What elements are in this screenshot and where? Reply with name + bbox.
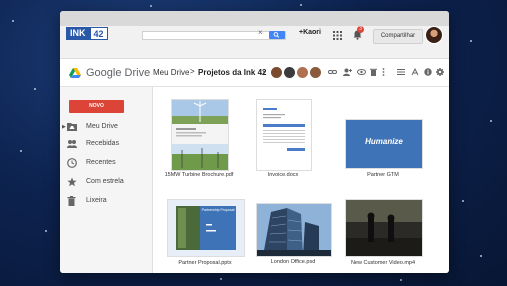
expand-arrow-icon[interactable]: ▶ [62, 124, 66, 130]
apps-grid-icon[interactable] [333, 31, 342, 40]
collaborator-avatar[interactable] [296, 66, 309, 79]
file-tile[interactable]: London Office.psd [256, 203, 336, 269]
thumbnail-title: Partnership Proposal [201, 208, 235, 212]
file-name: London Office.psd [270, 259, 316, 265]
my-drive-icon [67, 123, 77, 131]
sidebar-item-label: Meu Drive [86, 123, 118, 130]
file-name: Partner Proposal.pptx [178, 260, 232, 266]
file-tile[interactable]: New Customer Video.mp4 [345, 199, 429, 269]
share-button[interactable]: Compartilhar [373, 29, 423, 44]
user-avatar[interactable] [425, 26, 443, 44]
breadcrumb-my-drive[interactable]: Meu Drive [153, 68, 189, 77]
sidebar-item-shared[interactable]: Recebidas [60, 137, 152, 151]
shared-people-icon [67, 140, 77, 148]
ink42-logo[interactable]: INK 42 [66, 27, 108, 40]
file-thumbnail [345, 199, 423, 257]
file-thumbnail: Humanize [345, 119, 423, 169]
more-options-icon[interactable] [382, 68, 385, 76]
collaborator-avatar[interactable] [270, 66, 283, 79]
clear-search-icon[interactable]: × [258, 28, 263, 37]
folder-menu-caret-icon[interactable]: ▾ [263, 69, 266, 76]
get-link-icon[interactable] [328, 68, 337, 76]
file-thumbnail: Partnership Proposal [167, 199, 245, 257]
logo-text: INK [66, 27, 90, 40]
collaborator-avatar[interactable] [283, 66, 296, 79]
drive-toolbar: Google Drive Meu Drive > Projetos da Ink… [60, 59, 449, 87]
sidebar-item-recent[interactable]: Recentes [60, 156, 152, 170]
search-input[interactable] [142, 31, 286, 40]
add-people-icon[interactable] [343, 68, 352, 76]
settings-gear-icon[interactable] [436, 68, 444, 76]
delete-icon[interactable] [370, 68, 377, 76]
list-view-icon[interactable] [397, 68, 405, 76]
search-icon [273, 32, 280, 38]
thumbnail-title: Humanize [365, 137, 403, 146]
file-name: Invoice.docx [267, 172, 299, 178]
sort-az-icon[interactable] [411, 68, 419, 76]
info-icon[interactable] [424, 68, 432, 76]
google-drive-logo-icon [69, 68, 81, 78]
window-titlebar [60, 11, 449, 26]
sidebar-item-my-drive[interactable]: ▶ Meu Drive [60, 120, 152, 134]
file-tile[interactable]: Invoice.docx [256, 99, 316, 179]
collaborator-avatar[interactable] [309, 66, 322, 79]
sidebar-item-starred[interactable]: Com estrela [60, 175, 152, 189]
user-profile-link[interactable]: +Kaori [299, 29, 321, 36]
file-tile[interactable]: Partnership Proposal Partner Proposal.pp… [167, 199, 247, 269]
file-name: 15MW Turbine Brochure.pdf [164, 172, 234, 178]
sidebar-nav: NOVO ▶ Meu Drive Recebidas Recentes Com … [60, 87, 153, 273]
sidebar-item-label: Recentes [86, 159, 116, 166]
notification-count-badge: 3 [357, 26, 364, 33]
file-thumbnail [171, 99, 229, 171]
sidebar-item-label: Com estrela [86, 178, 124, 185]
clock-icon [67, 158, 77, 168]
file-grid: 15MW Turbine Brochure.pdf Invoice.docx H… [153, 87, 449, 273]
product-name: Google Drive [86, 67, 151, 79]
search-button[interactable] [269, 31, 285, 39]
preview-eye-icon[interactable] [357, 68, 366, 76]
trash-icon [67, 196, 76, 206]
star-icon [67, 177, 77, 187]
file-name: Partner GTM [367, 172, 399, 178]
file-tile[interactable]: Humanize Partner GTM [345, 119, 425, 179]
file-name: New Customer Video.mp4 [350, 260, 416, 266]
file-thumbnail [256, 99, 312, 171]
browser-window: INK 42 × +Kaori 3 Compartilhar Google Dr… [60, 11, 449, 273]
file-thumbnail [256, 203, 332, 257]
breadcrumb-separator: > [190, 67, 195, 76]
new-button[interactable]: NOVO [69, 100, 124, 113]
breadcrumb-current-folder[interactable]: Projetos da Ink 42 [198, 68, 266, 77]
logo-number: 42 [89, 27, 108, 40]
sidebar-item-label: Recebidas [86, 140, 120, 147]
sidebar-item-label: Lixeira [86, 197, 107, 204]
sidebar-item-trash[interactable]: Lixeira [60, 194, 152, 208]
file-tile[interactable]: 15MW Turbine Brochure.pdf [165, 99, 233, 179]
